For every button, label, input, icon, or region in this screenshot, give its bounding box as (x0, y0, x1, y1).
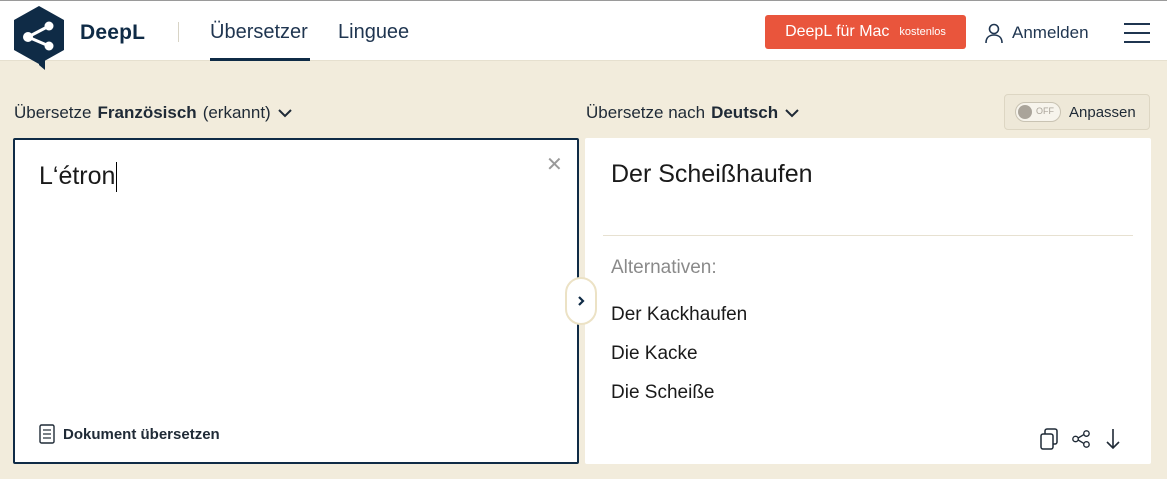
logo-wordmark[interactable]: DeepL (80, 21, 145, 45)
alternative-item[interactable]: Der Kackhaufen (611, 304, 747, 326)
source-lang-detected: (erkannt) (202, 103, 271, 122)
adapt-label: Anpassen (1069, 103, 1136, 121)
target-toolbar (1039, 427, 1123, 451)
hamburger-menu-icon[interactable] (1124, 23, 1150, 43)
user-icon (985, 23, 1003, 44)
target-text-panel: Der Scheißhaufen Alternativen: Der Kackh… (585, 138, 1151, 464)
source-language-selector[interactable]: Übersetze Französisch (erkannt) (14, 103, 293, 123)
source-text: L‘étron (39, 162, 116, 190)
header-divider (178, 22, 179, 42)
target-lang-prefix: Übersetze nach (586, 103, 706, 122)
nav-active-indicator (210, 58, 310, 61)
chevron-down-icon (785, 109, 799, 118)
close-icon[interactable]: ✕ (546, 152, 563, 177)
chevron-down-icon (278, 109, 292, 118)
translate-document-button[interactable]: Dokument übersetzen (39, 424, 220, 444)
nav-translator[interactable]: Übersetzer (210, 21, 308, 44)
nav-linguee[interactable]: Linguee (338, 21, 409, 44)
target-language: Deutsch (711, 103, 779, 122)
text-caret (116, 162, 118, 193)
target-language-selector[interactable]: Übersetze nach Deutsch (586, 103, 800, 123)
chevron-right-icon (578, 296, 585, 306)
login-button[interactable]: Anmelden (984, 21, 1089, 45)
document-icon (39, 424, 55, 444)
translation-output[interactable]: Der Scheißhaufen (611, 160, 813, 189)
download-icon[interactable] (1103, 427, 1123, 451)
source-language: Französisch (97, 103, 197, 122)
swap-languages-button[interactable] (565, 277, 597, 325)
copy-icon[interactable] (1039, 427, 1059, 451)
deepl-logo-icon[interactable] (12, 5, 66, 71)
alternative-item[interactable]: Die Scheiße (611, 382, 715, 404)
document-button-label: Dokument übersetzen (63, 425, 220, 443)
toggle-state: OFF (1036, 106, 1054, 116)
cta-sublabel: kostenlos (899, 26, 946, 38)
alternatives-title: Alternativen: (611, 257, 717, 278)
source-lang-prefix: Übersetze (14, 103, 92, 122)
share-icon[interactable] (1071, 427, 1091, 451)
adapt-toggle[interactable]: OFF Anpassen (1004, 94, 1150, 130)
toggle-switch[interactable]: OFF (1015, 102, 1061, 122)
alternatives-divider (603, 235, 1133, 236)
top-header: DeepL Übersetzer Linguee DeepL für Mac k… (0, 1, 1167, 70)
alternative-item[interactable]: Die Kacke (611, 343, 698, 365)
source-textarea[interactable]: L‘étron (39, 162, 118, 193)
login-label: Anmelden (1012, 23, 1089, 42)
source-text-panel[interactable]: L‘étron ✕ Dokument übersetzen (13, 138, 579, 464)
cta-label: DeepL für Mac (785, 23, 890, 40)
download-mac-button[interactable]: DeepL für Mac kostenlos (765, 15, 966, 49)
toggle-knob (1018, 105, 1032, 119)
